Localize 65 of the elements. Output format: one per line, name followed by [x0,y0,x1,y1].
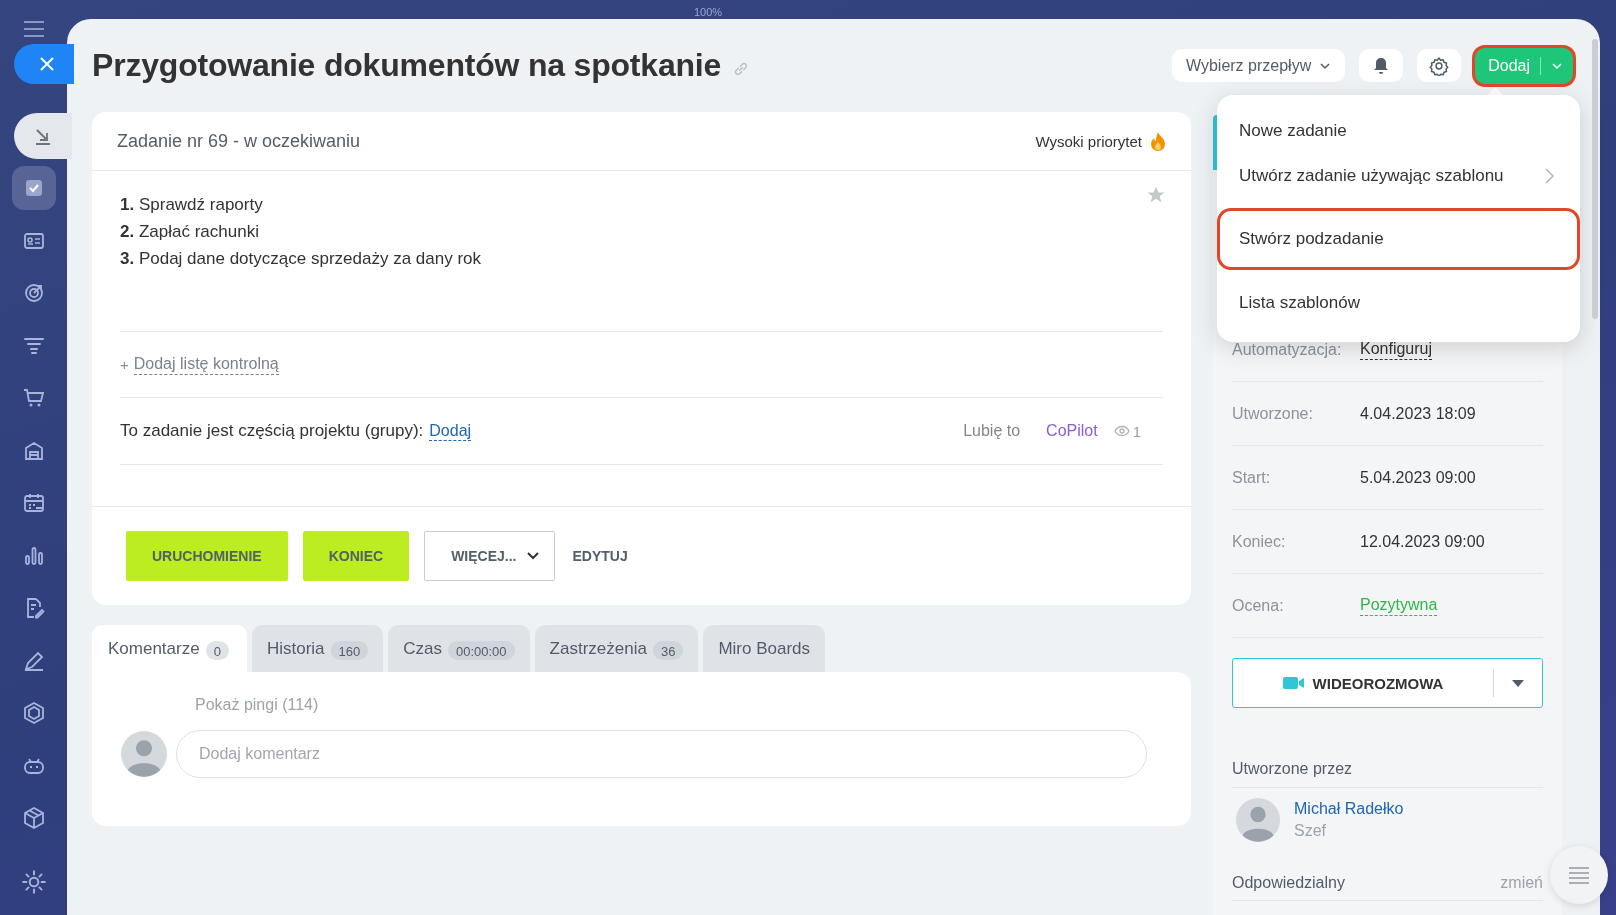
action-button[interactable]: KONIEC [302,531,410,581]
priority-label: Wysoki priorytet [1035,132,1142,150]
minimize-button[interactable] [14,113,72,159]
tab[interactable]: Zastrzeżenia 36 [534,625,699,672]
tab[interactable]: Historia 160 [251,625,384,672]
creator-role: Szef [1294,822,1327,840]
video-camera-icon [1282,676,1305,690]
hexagon-icon [21,701,46,725]
close-icon [39,56,55,72]
bell-button[interactable] [1359,49,1404,82]
menu-item[interactable]: Lista szablonów [1217,280,1580,325]
chevron-down-icon [526,551,541,561]
detail-value: 12.04.2023 09:00 [1360,532,1485,551]
tab[interactable]: Komentarze 0 [92,625,247,672]
edit-link[interactable]: EDYTUJ [570,531,630,581]
detail-value: 4.04.2023 18:09 [1360,404,1476,423]
scrollbar[interactable] [1592,39,1598,319]
detail-label: Start: [1232,468,1272,487]
comment-input[interactable]: Dodaj komentarz [176,730,1147,778]
bell-icon [1373,56,1390,75]
menu-item[interactable]: Nowe zadanie [1217,108,1580,153]
user-avatar [121,731,167,777]
creator-name[interactable]: Michał Radełko [1294,800,1404,818]
task-status: Zadanie nr 69 - w oczekiwaniu [117,130,361,152]
plus-sign: + [120,356,129,373]
minimize-icon [34,127,52,145]
settings-icon [1429,55,1450,76]
view-count: 1 [1113,422,1141,440]
detail-label: Ocena: [1232,596,1285,615]
responsible-heading: Odpowiedzialny [1232,874,1345,892]
detail-label: Utworzone: [1232,404,1314,423]
like-link[interactable]: Lubię to [963,422,1021,440]
add-project-link[interactable]: Dodaj [429,420,472,442]
settings-button[interactable] [1417,49,1462,82]
close-button[interactable] [14,44,74,84]
caret-icon [1512,679,1524,687]
description-line: 1. Sprawdź raporty [120,194,263,216]
more-dropdown[interactable]: WIĘCEJ... [424,531,556,581]
star-icon[interactable] [1146,185,1166,205]
detail-label: Automatyzacja: [1232,340,1343,359]
flame-icon [1150,131,1166,151]
tab[interactable]: Czas 00:00:00 [388,625,530,672]
description-line: 2. Zapłać rachunki [120,221,259,243]
menu-item[interactable]: Stwórz podzadanie [1217,208,1580,270]
add-checklist-link[interactable]: Dodaj listę kontrolną [133,354,279,375]
detail-label: Koniec: [1232,532,1287,551]
action-button[interactable]: URUCHOMIENIE [126,531,288,581]
menu-item[interactable]: Utwórz zadanie używając szablonu [1217,153,1580,198]
task-title: Przygotowanie dokumentów na spotkanie [92,47,722,84]
created-by-heading: Utworzone przez [1232,760,1543,788]
description-line: 3. Podaj dane dotyczące sprzedaży za dany rok [120,248,481,270]
chevron-right-icon [1545,167,1554,184]
tab[interactable]: Miro Boards [703,625,825,672]
cube-icon [21,806,46,830]
creator-avatar [1236,798,1280,842]
sidebar-item[interactable] [11,166,56,210]
menu-icon[interactable] [21,20,46,38]
calendar-icon [21,491,46,515]
video-call-button[interactable]: WIDEOROZMOWA [1232,658,1543,708]
copilot-link[interactable]: CoPilot [1046,422,1098,440]
detail-value: 5.04.2023 09:00 [1360,468,1476,487]
flow-select[interactable]: Wybierz przepływ [1171,49,1346,82]
zoom-label: 100% [694,6,723,18]
project-label: To zadanie jest częścią projektu (grupy): [120,421,424,441]
list-icon [1567,866,1591,884]
